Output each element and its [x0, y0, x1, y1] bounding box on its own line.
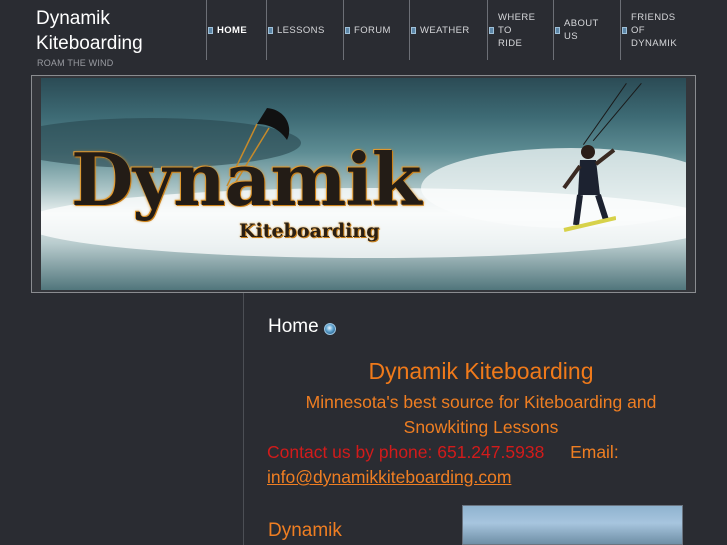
nav-bullet-icon: [555, 26, 560, 34]
rss-icon[interactable]: [323, 322, 336, 335]
nav-friends-label: FRIENDS OF DYNAMIK: [631, 11, 678, 49]
header-banner-image: Dynamik Kiteboarding: [41, 78, 686, 290]
nav-bullet-icon: [411, 26, 416, 34]
email-link[interactable]: info@dynamikkiteboarding.com: [267, 465, 695, 490]
nav-bullet-icon: [622, 26, 627, 34]
company-title: Dynamik Kiteboarding: [368, 358, 594, 384]
nav-where-to-ride-label: WHERE TO RIDE: [498, 11, 536, 49]
site-tagline: ROAM THE WIND: [37, 58, 114, 68]
kite-line: [582, 83, 627, 146]
nav-home-label: HOME: [217, 24, 248, 36]
kiteboarder-figure: [562, 145, 616, 232]
nav-friends-of-dynamik[interactable]: FRIENDS OF DYNAMIK: [620, 0, 677, 60]
nav-forum[interactable]: FORUM: [343, 0, 391, 60]
nav-weather[interactable]: WEATHER: [409, 0, 470, 60]
nav-home[interactable]: HOME: [206, 0, 247, 60]
nav-forum-label: FORUM: [354, 24, 391, 36]
contact-email-label: Email:: [570, 442, 619, 462]
content-photo: [462, 505, 683, 545]
banner-logo-text: Dynamik: [71, 137, 422, 222]
contact-line: Contact us by phone: 651.247.5938 Email:: [267, 440, 695, 465]
site-title[interactable]: Dynamik Kiteboarding: [36, 6, 196, 56]
nav-lessons-label: LESSONS: [277, 24, 325, 36]
banner-logo-subtext: Kiteboarding: [239, 220, 380, 242]
nav-bullet-icon: [208, 26, 213, 34]
page-heading-text: Home: [268, 316, 319, 337]
section-label: Dynamik: [268, 520, 342, 541]
nav-bullet-icon: [345, 26, 350, 34]
nav-lessons[interactable]: LESSONS: [266, 0, 325, 60]
company-subtitle: Minnesota's best source for Kiteboarding…: [305, 392, 657, 437]
sidebar-divider: [243, 293, 244, 545]
nav-about-us[interactable]: ABOUT US: [553, 0, 599, 60]
contact-phone: Contact us by phone: 651.247.5938: [267, 442, 545, 462]
nav-bullet-icon: [489, 26, 494, 34]
page-heading: Home: [268, 316, 336, 338]
nav-weather-label: WEATHER: [420, 24, 470, 36]
nav-where-to-ride[interactable]: WHERE TO RIDE: [487, 0, 535, 60]
nav-about-us-label: ABOUT US: [564, 18, 599, 42]
nav-bullet-icon: [268, 26, 273, 34]
kite-line: [592, 83, 642, 142]
main-content: Dynamik Kiteboarding Minnesota's best so…: [267, 355, 695, 490]
